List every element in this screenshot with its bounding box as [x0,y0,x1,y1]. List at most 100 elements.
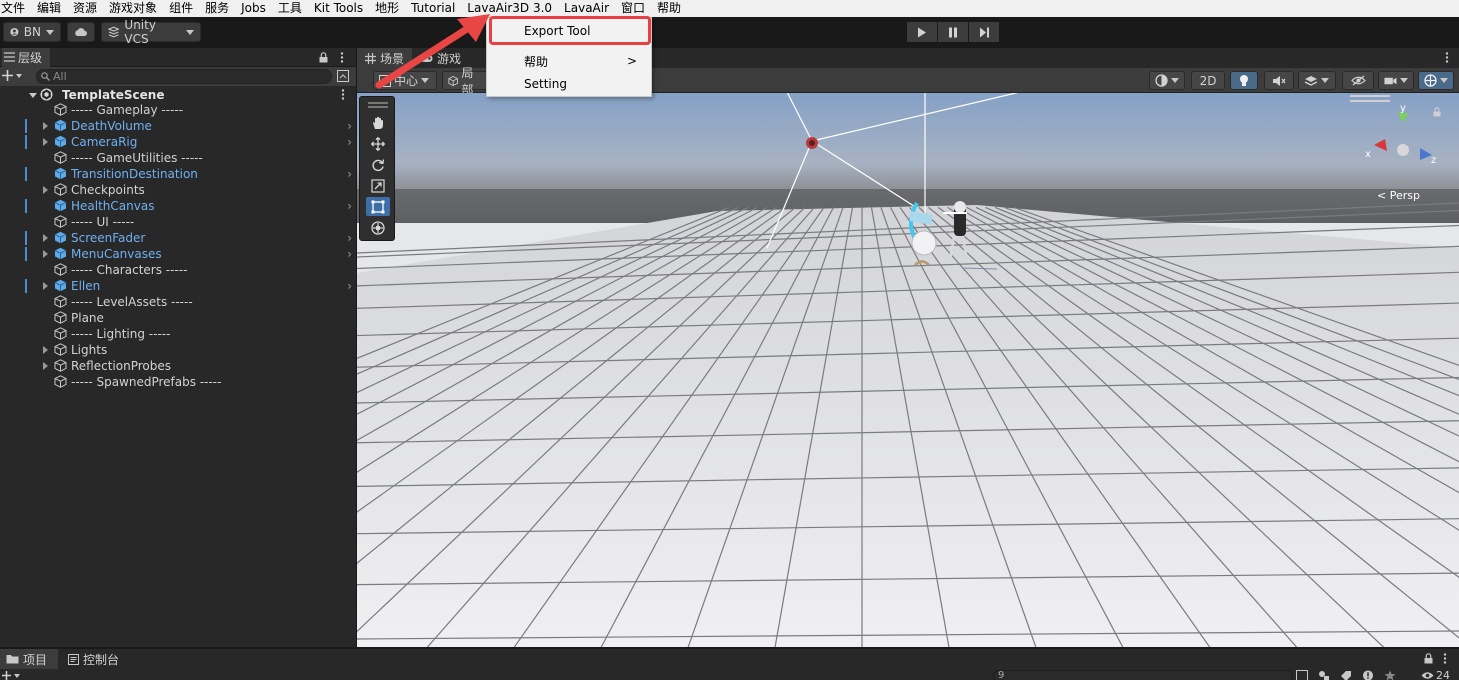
create-button[interactable] [2,70,22,81]
chevron-right-icon[interactable]: › [347,167,352,181]
version-control-dropdown[interactable]: Unity VCS [101,18,201,46]
menu-13[interactable]: 窗口 [615,0,651,17]
tree-row[interactable]: Ellen › [0,278,356,294]
menu-6[interactable]: Jobs [235,0,272,17]
chevron-right-icon[interactable]: › [347,199,352,213]
more-options-icon[interactable] [1445,52,1449,63]
chevron-right-icon[interactable]: › [347,119,352,133]
tree-row[interactable]: DeathVolume › [0,118,356,134]
hidden-objects-toggle[interactable] [1342,71,1374,90]
expand-arrow-icon[interactable] [43,122,48,130]
tree-row[interactable]: ----- GameUtilities ----- [0,150,356,166]
tree-row[interactable]: ScreenFader › [0,230,356,246]
more-options-icon[interactable] [340,52,344,63]
toggle-2d-button[interactable]: 2D [1191,71,1225,90]
shading-mode-dropdown[interactable] [1149,71,1185,90]
step-button[interactable] [969,22,999,42]
chevron-right-icon[interactable]: › [347,279,352,293]
effects-dropdown[interactable] [1298,71,1336,90]
tree-row-scene[interactable]: TemplateScene [0,87,356,103]
palette-handle[interactable] [368,106,388,108]
expand-arrow-icon[interactable] [43,234,48,242]
tab-project[interactable]: 项目 [0,649,58,669]
hidden-packages-counter[interactable]: 24 [1421,669,1450,680]
tree-row[interactable]: MenuCanvases › [0,246,356,262]
tree-row[interactable]: ----- Lighting ----- [0,326,356,342]
tab-hierarchy[interactable]: 层级 [2,47,51,67]
menu-7[interactable]: 工具 [272,0,308,17]
pivot-dropdown[interactable]: 中心 [373,71,437,90]
lock-icon[interactable] [319,52,328,63]
chevron-right-icon[interactable]: › [347,231,352,245]
play-button[interactable] [907,22,937,42]
menu-2[interactable]: 资源 [67,0,103,17]
menu-14[interactable]: 帮助 [651,0,687,17]
tree-row[interactable]: TransitionDestination › [0,166,356,182]
expand-arrow-icon[interactable] [43,282,48,290]
scene-visibility-icon[interactable] [337,70,349,82]
filter-by-label-icon[interactable] [1296,670,1308,680]
expand-arrow-icon[interactable] [43,186,48,194]
cloud-button[interactable] [67,22,95,42]
tag-icon[interactable] [1340,670,1352,680]
expand-arrow-icon[interactable] [43,138,48,146]
more-options-icon[interactable] [341,89,345,100]
tree-row[interactable]: ----- LevelAssets ----- [0,294,356,310]
pause-button[interactable] [938,22,968,42]
tree-row[interactable]: Checkpoints [0,182,356,198]
hand-tool-button[interactable] [366,113,390,132]
chevron-right-icon[interactable]: › [347,247,352,261]
chevron-right-icon[interactable]: › [347,135,352,149]
menu-5[interactable]: 服务 [199,0,235,17]
scene-render[interactable]: y x z < Persp [357,93,1459,647]
camera-gizmo[interactable] [806,137,818,149]
menu-12[interactable]: LavaAir [558,0,615,17]
tree-row[interactable]: ----- SpawnedPrefabs ----- [0,374,356,390]
menu-item-setting[interactable]: Setting [524,76,567,92]
move-tool-button[interactable] [366,134,390,153]
rect-tool-button[interactable] [366,197,390,216]
expand-arrow-icon[interactable] [43,250,48,258]
hierarchy-search-input[interactable]: All [36,69,332,84]
tree-row[interactable]: Plane [0,310,356,326]
expand-arrow-icon[interactable] [43,362,48,370]
tab-scene[interactable]: 场景 [357,48,413,68]
rotate-tool-button[interactable] [366,155,390,174]
create-asset-button[interactable] [2,671,20,680]
menu-8[interactable]: Kit Tools [308,0,369,17]
info-icon[interactable] [1362,670,1374,680]
menu-10[interactable]: Tutorial [405,0,461,17]
tree-row[interactable]: ----- Characters ----- [0,262,356,278]
star-icon[interactable] [1384,670,1396,680]
audio-toggle[interactable] [1264,71,1294,90]
tree-row[interactable]: CameraRig › [0,134,356,150]
tree-row[interactable]: ReflectionProbes [0,358,356,374]
menu-item-help[interactable]: 帮助 [524,54,548,70]
lighting-toggle[interactable] [1230,71,1258,90]
account-dropdown[interactable]: BN [3,22,61,42]
menu-9[interactable]: 地形 [369,0,405,17]
more-options-icon[interactable] [1443,653,1447,664]
menu-4[interactable]: 组件 [163,0,199,17]
menu-11[interactable]: LavaAir3D 3.0 [461,0,558,17]
perspective-label[interactable]: < Persp [1377,189,1420,202]
tab-console[interactable]: 控制台 [62,649,125,669]
filter-by-type-icon[interactable] [1318,670,1330,680]
menu-0[interactable]: 文件 [0,0,31,17]
expand-arrow-icon[interactable] [43,346,48,354]
gizmos-dropdown[interactable] [1418,71,1454,90]
tree-row[interactable]: ----- Gameplay ----- [0,102,356,118]
menu-1[interactable]: 编辑 [31,0,67,17]
scale-tool-button[interactable] [366,176,390,195]
scene-viewport[interactable]: y x z < Persp [357,93,1459,647]
tree-row[interactable]: HealthCanvas › [0,198,356,214]
project-search-input[interactable]: 9 [993,670,1293,680]
expand-arrow-icon[interactable] [29,93,37,98]
tree-row[interactable]: Lights [0,342,356,358]
camera-dropdown[interactable] [1378,71,1414,90]
palette-handle[interactable] [368,102,388,104]
transform-tool-button[interactable] [366,218,390,237]
local-dropdown[interactable]: 局部 [442,66,488,97]
lock-icon[interactable] [1424,653,1433,664]
tree-row[interactable]: ----- UI ----- [0,214,356,230]
